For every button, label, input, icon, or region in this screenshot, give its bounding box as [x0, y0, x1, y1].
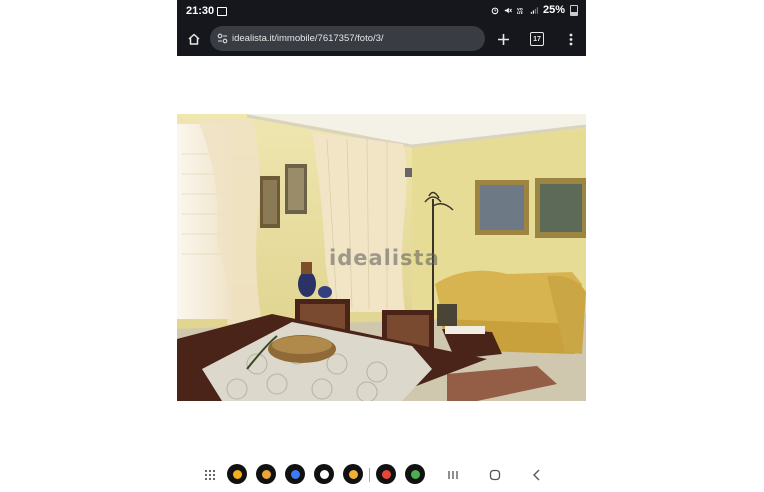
contacts-icon[interactable]: [256, 464, 276, 484]
plus-icon: [497, 33, 509, 45]
dock-divider: [369, 468, 370, 482]
status-time: 21:30: [186, 5, 215, 17]
recents-icon: [448, 471, 458, 479]
alarm-icon: [491, 7, 499, 14]
site-settings-icon[interactable]: [217, 33, 228, 44]
status-bar: 21:30 VO LTE 25%: [177, 0, 586, 22]
back-icon: [533, 469, 540, 481]
mute-icon: [504, 7, 512, 13]
play-store-icon[interactable]: [314, 464, 334, 484]
back-button[interactable]: [528, 466, 546, 484]
recents-button[interactable]: [444, 466, 462, 484]
new-tab-button[interactable]: [491, 27, 515, 51]
menu-button[interactable]: [559, 27, 583, 51]
app-drawer-icon[interactable]: [204, 469, 216, 481]
browser-toolbar: idealista.it/immobile/7617357/foto/3/ 17: [177, 22, 586, 56]
wifi-calling-icon: VOLTE: [517, 7, 523, 15]
image-notification-icon: [217, 7, 227, 16]
phone-screen: 21:30 VO LTE 25% idealista.it/immobile/76…: [177, 0, 586, 492]
address-bar[interactable]: idealista.it/immobile/7617357/foto/3/: [210, 26, 485, 51]
svg-text:LTE: LTE: [517, 11, 523, 15]
camera-icon[interactable]: [343, 464, 363, 484]
tab-count: 17: [530, 32, 544, 46]
battery-icon: [570, 4, 578, 16]
status-icons: VO LTE 25%: [491, 4, 578, 16]
listing-photo[interactable]: idealista: [177, 114, 586, 401]
signal-icon: [530, 6, 538, 14]
phone-icon[interactable]: [227, 464, 247, 484]
watermark-text: idealista: [329, 246, 440, 270]
messages-icon[interactable]: [285, 464, 305, 484]
home-button[interactable]: [182, 27, 206, 51]
url-text[interactable]: idealista.it/immobile/7617357/foto/3/: [232, 33, 384, 44]
tab-switcher-button[interactable]: 17: [525, 27, 549, 51]
home-circle-icon: [489, 469, 501, 481]
navigation-bar: [177, 460, 586, 490]
home-icon: [188, 33, 200, 45]
more-vert-icon: [569, 33, 573, 45]
battery-percent: 25%: [542, 4, 565, 16]
photos-icon[interactable]: [405, 464, 425, 484]
gmail-icon[interactable]: [376, 464, 396, 484]
home-nav-button[interactable]: [486, 466, 504, 484]
